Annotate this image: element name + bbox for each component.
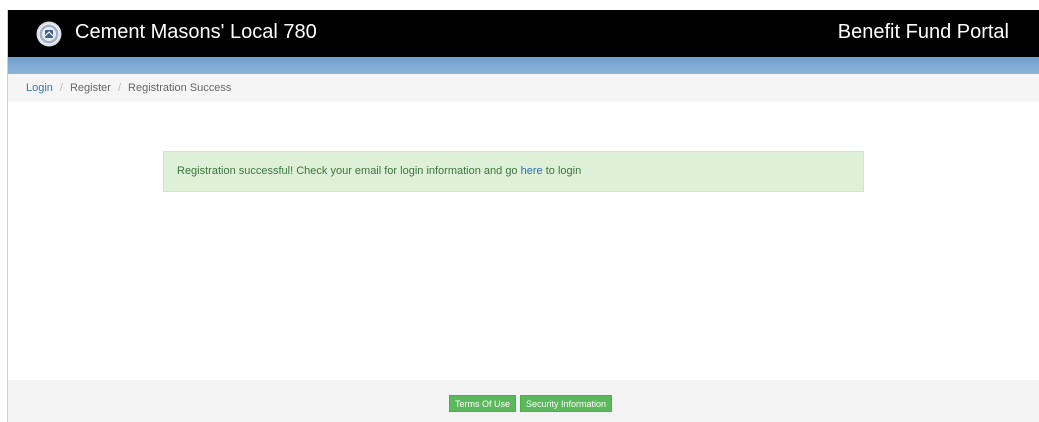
breadcrumb-login-link[interactable]: Login: [26, 82, 53, 94]
footer-buttons: Terms Of Use Security Information: [449, 395, 613, 412]
security-information-button[interactable]: Security Information: [520, 395, 613, 412]
breadcrumb-register: Register: [69, 82, 111, 94]
login-here-link[interactable]: here: [521, 165, 543, 177]
breadcrumb-registration-success: Registration Success: [128, 82, 232, 94]
page-frame: Cement Masons' Local 780 Benefit Fund Po…: [7, 10, 1039, 422]
breadcrumb-separator: /: [117, 82, 122, 94]
app-title: Cement Masons' Local 780: [75, 21, 317, 43]
portal-title: Benefit Fund Portal: [837, 21, 1009, 43]
top-navbar: Cement Masons' Local 780 Benefit Fund Po…: [8, 10, 1039, 57]
alert-message-before: Registration successful! Check your emai…: [177, 165, 521, 177]
terms-of-use-button[interactable]: Terms Of Use: [449, 395, 517, 412]
breadcrumb: Login / Register / Registration Success: [8, 74, 1039, 102]
breadcrumb-separator: /: [59, 82, 63, 94]
alert-message-after: to login: [542, 165, 582, 177]
union-seal-icon: [36, 21, 62, 47]
success-alert: Registration successful! Check your emai…: [163, 151, 864, 192]
accent-bar: [8, 57, 1039, 74]
footer: Terms Of Use Security Information: [8, 380, 1039, 422]
